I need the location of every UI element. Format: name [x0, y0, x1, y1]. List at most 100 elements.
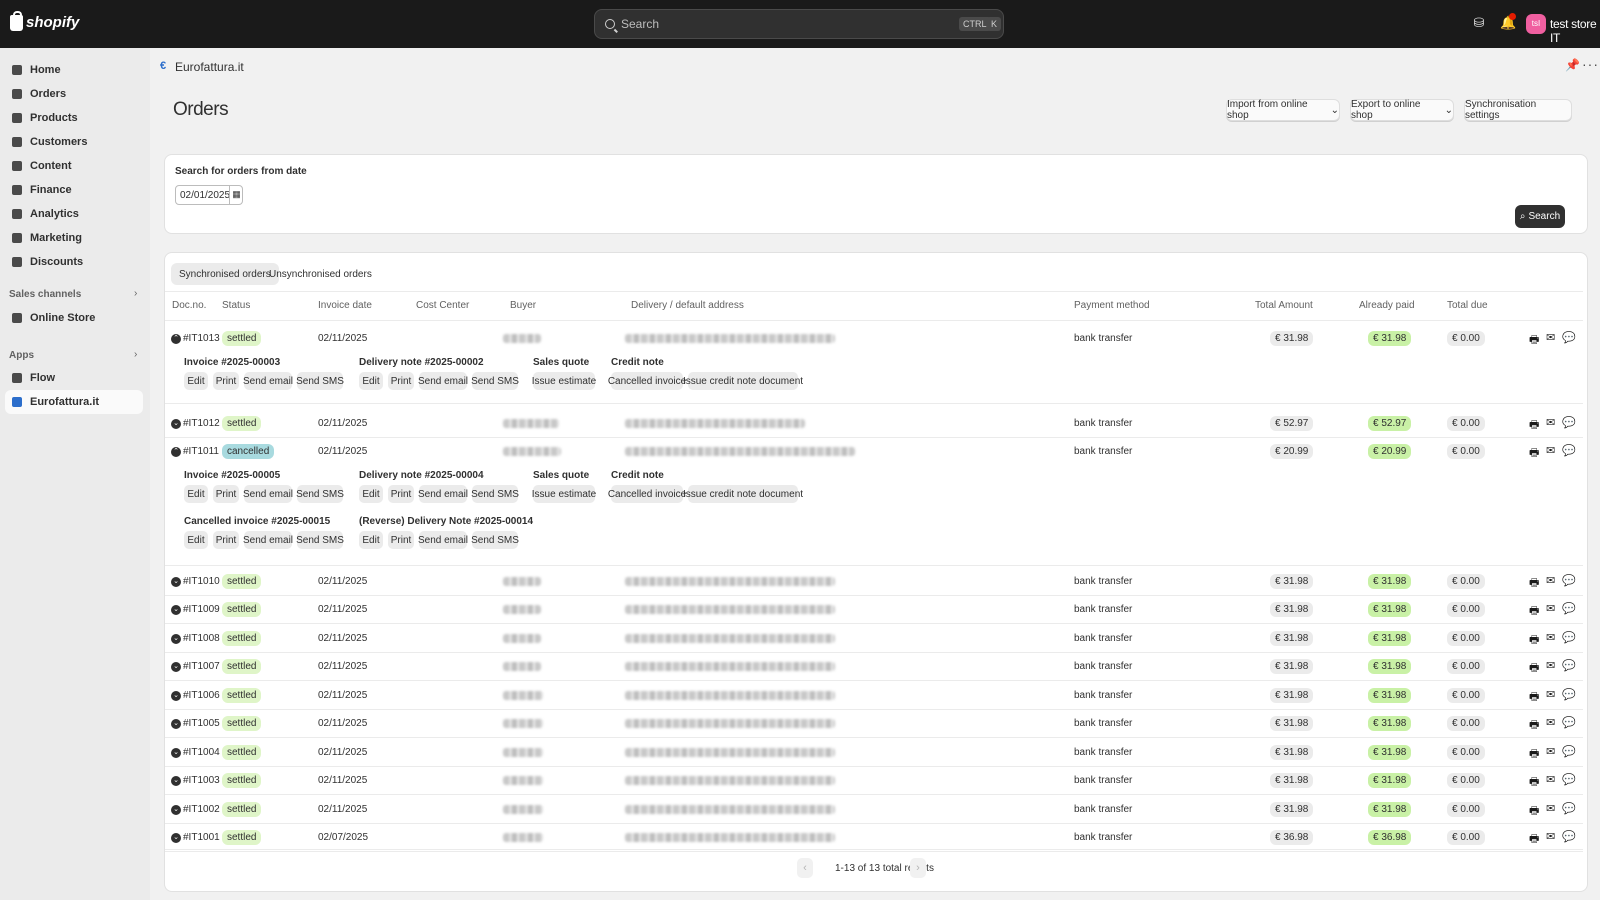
- order-doc-number[interactable]: #IT1013: [183, 333, 220, 344]
- invoice-edit-button[interactable]: Edit: [184, 372, 208, 390]
- invoice-send-sms-button[interactable]: Send SMS: [296, 372, 344, 390]
- order-doc-number[interactable]: #IT1011: [183, 446, 219, 457]
- cancelled-edit-button[interactable]: Edit: [184, 531, 208, 549]
- export-button[interactable]: Export to online shop ⌄: [1350, 99, 1454, 121]
- print-icon[interactable]: 🖶: [1529, 416, 1539, 435]
- invoice-send-email-button[interactable]: Send email: [243, 372, 293, 390]
- expand-chevron-icon[interactable]: ⌄: [171, 605, 181, 615]
- sidebar-item-orders[interactable]: Orders: [5, 82, 143, 106]
- col-docno[interactable]: Doc.no.: [172, 300, 206, 311]
- issue-credit-note-button[interactable]: Issue credit note document: [683, 372, 803, 390]
- expand-chevron-icon[interactable]: ⌄: [171, 419, 181, 429]
- reverse-print-button[interactable]: Print: [388, 531, 414, 549]
- sidebar-item-home[interactable]: Home: [5, 58, 143, 82]
- invoice-edit-button[interactable]: Edit: [184, 485, 208, 503]
- order-doc-number[interactable]: #IT1007: [183, 661, 220, 672]
- chat-icon[interactable]: 💬: [1562, 745, 1576, 758]
- email-icon[interactable]: ✉: [1546, 631, 1555, 644]
- chat-icon[interactable]: 💬: [1562, 631, 1576, 644]
- sidebar-item-eurofattura[interactable]: Eurofattura.it: [5, 390, 143, 414]
- print-icon[interactable]: 🖶: [1529, 802, 1539, 821]
- expand-chevron-icon[interactable]: ⌄: [171, 748, 181, 758]
- expand-chevron-icon[interactable]: ⌄: [171, 662, 181, 672]
- sync-settings-button[interactable]: Synchronisation settings: [1464, 99, 1572, 121]
- chat-icon[interactable]: 💬: [1562, 716, 1576, 729]
- chat-icon[interactable]: 💬: [1562, 688, 1576, 701]
- expand-chevron-icon[interactable]: ⌃: [171, 334, 181, 344]
- invoice-send-sms-button[interactable]: Send SMS: [296, 485, 344, 503]
- delivery-send-sms-button[interactable]: Send SMS: [471, 485, 519, 503]
- expand-chevron-icon[interactable]: ⌄: [171, 577, 181, 587]
- sidebar-item-discounts[interactable]: Discounts: [5, 250, 143, 274]
- email-icon[interactable]: ✉: [1546, 688, 1555, 701]
- pin-icon[interactable]: 📌: [1565, 58, 1580, 72]
- tab-unsynchronised[interactable]: Unsynchronised orders: [261, 263, 380, 285]
- cancelled-send-email-button[interactable]: Send email: [243, 531, 293, 549]
- store-name[interactable]: test store IT: [1550, 17, 1600, 45]
- sidebar-item-analytics[interactable]: Analytics: [5, 202, 143, 226]
- reverse-send-sms-button[interactable]: Send SMS: [471, 531, 519, 549]
- email-icon[interactable]: ✉: [1546, 830, 1555, 843]
- invoice-print-button[interactable]: Print: [213, 372, 239, 390]
- issue-estimate-button[interactable]: Issue estimate: [532, 372, 596, 390]
- expand-chevron-icon[interactable]: ⌄: [171, 719, 181, 729]
- email-icon[interactable]: ✉: [1546, 802, 1555, 815]
- print-icon[interactable]: 🖶: [1529, 331, 1539, 350]
- order-doc-number[interactable]: #IT1003: [183, 775, 220, 786]
- print-icon[interactable]: 🖶: [1529, 659, 1539, 678]
- col-status[interactable]: Status: [222, 300, 250, 311]
- delivery-send-email-button[interactable]: Send email: [418, 485, 468, 503]
- cancelled-invoice-button[interactable]: Cancelled invoice: [608, 372, 686, 390]
- chat-icon[interactable]: 💬: [1562, 331, 1576, 344]
- apps-heading[interactable]: Apps: [9, 350, 34, 361]
- expand-chevron-icon[interactable]: ⌄: [171, 691, 181, 701]
- email-icon[interactable]: ✉: [1546, 444, 1555, 457]
- email-icon[interactable]: ✉: [1546, 602, 1555, 615]
- print-icon[interactable]: 🖶: [1529, 773, 1539, 792]
- delivery-print-button[interactable]: Print: [388, 485, 414, 503]
- sidebar-item-content[interactable]: Content: [5, 154, 143, 178]
- sidebar-item-marketing[interactable]: Marketing: [5, 226, 143, 250]
- print-icon[interactable]: 🖶: [1529, 688, 1539, 707]
- expand-chevron-icon[interactable]: ⌄: [171, 776, 181, 786]
- print-icon[interactable]: 🖶: [1529, 574, 1539, 593]
- sidebar-item-online-store[interactable]: Online Store: [5, 306, 143, 330]
- col-paid[interactable]: Already paid: [1359, 300, 1415, 311]
- email-icon[interactable]: ✉: [1546, 331, 1555, 344]
- sidebar-item-customers[interactable]: Customers: [5, 130, 143, 154]
- col-total[interactable]: Total Amount: [1255, 300, 1313, 311]
- issue-credit-note-button[interactable]: Issue credit note document: [683, 485, 803, 503]
- more-icon[interactable]: ···: [1582, 56, 1599, 72]
- chat-icon[interactable]: 💬: [1562, 602, 1576, 615]
- email-icon[interactable]: ✉: [1546, 659, 1555, 672]
- col-due[interactable]: Total due: [1447, 300, 1488, 311]
- order-doc-number[interactable]: #IT1009: [183, 604, 220, 615]
- print-icon[interactable]: 🖶: [1529, 631, 1539, 650]
- reverse-edit-button[interactable]: Edit: [359, 531, 383, 549]
- chat-icon[interactable]: 💬: [1562, 773, 1576, 786]
- expand-chevron-icon[interactable]: ⌄: [171, 805, 181, 815]
- sidekick-icon[interactable]: ⛁: [1472, 16, 1486, 30]
- chat-icon[interactable]: 💬: [1562, 416, 1576, 429]
- print-icon[interactable]: 🖶: [1529, 602, 1539, 621]
- delivery-edit-button[interactable]: Edit: [359, 372, 383, 390]
- order-doc-number[interactable]: #IT1002: [183, 804, 220, 815]
- order-doc-number[interactable]: #IT1010: [183, 576, 220, 587]
- global-search-input[interactable]: Search CTRL K: [594, 9, 1004, 39]
- reverse-send-email-button[interactable]: Send email: [418, 531, 468, 549]
- chat-icon[interactable]: 💬: [1562, 444, 1576, 457]
- email-icon[interactable]: ✉: [1546, 773, 1555, 786]
- invoice-print-button[interactable]: Print: [213, 485, 239, 503]
- sidebar-item-flow[interactable]: Flow: [5, 366, 143, 390]
- email-icon[interactable]: ✉: [1546, 574, 1555, 587]
- chat-icon[interactable]: 💬: [1562, 574, 1576, 587]
- next-page-button[interactable]: ›: [910, 858, 926, 878]
- prev-page-button[interactable]: ‹: [797, 858, 813, 878]
- order-doc-number[interactable]: #IT1004: [183, 747, 220, 758]
- delivery-send-sms-button[interactable]: Send SMS: [471, 372, 519, 390]
- print-icon[interactable]: 🖶: [1529, 830, 1539, 849]
- order-doc-number[interactable]: #IT1012: [183, 418, 220, 429]
- expand-chevron-icon[interactable]: ⌄: [171, 634, 181, 644]
- email-icon[interactable]: ✉: [1546, 716, 1555, 729]
- cancelled-print-button[interactable]: Print: [213, 531, 239, 549]
